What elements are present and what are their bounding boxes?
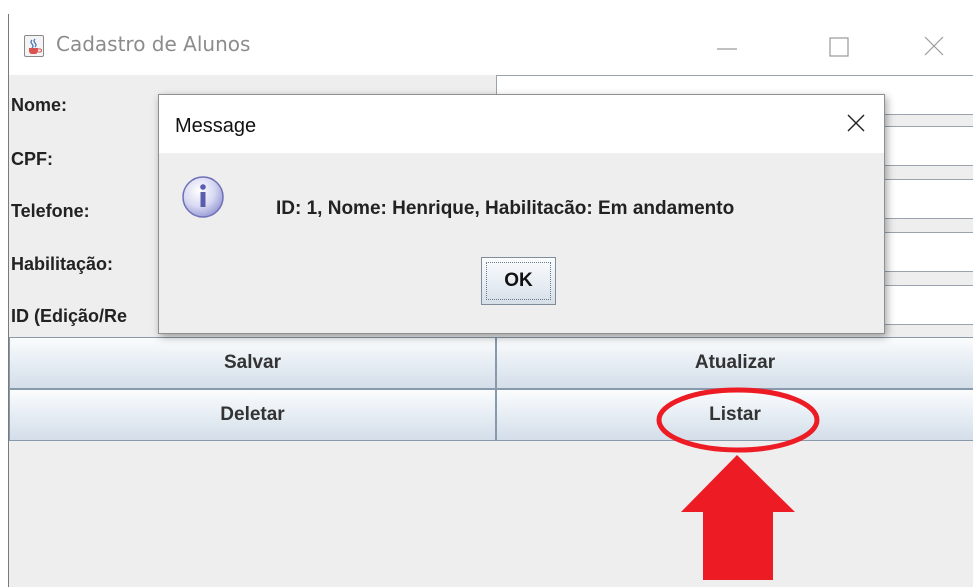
cpf-label: CPF: — [11, 149, 53, 169]
message-dialog: Message ID: 1, Nome: Henrique, Habilitac… — [158, 94, 885, 334]
maximize-button[interactable] — [819, 29, 859, 65]
ok-button[interactable]: OK — [481, 257, 556, 305]
telefone-label: Telefone: — [11, 201, 90, 221]
minimize-button[interactable] — [707, 29, 747, 65]
window-title: Cadastro de Alunos — [56, 32, 251, 56]
id-label: ID (Edição/Re — [11, 306, 128, 326]
java-cup-icon — [24, 35, 44, 57]
delete-button[interactable]: Deletar — [9, 389, 496, 441]
dialog-message: ID: 1, Nome: Henrique, Habilitacão: Em a… — [276, 198, 735, 219]
update-button[interactable]: Atualizar — [496, 337, 973, 389]
dialog-title-bar: Message — [159, 95, 884, 153]
save-button[interactable]: Salvar — [9, 337, 496, 389]
habilitacao-label: Habilitação: — [11, 254, 114, 274]
nome-label: Nome: — [11, 95, 68, 115]
list-button[interactable]: Listar — [496, 389, 973, 441]
info-icon — [180, 174, 226, 220]
dialog-title: Message — [175, 115, 257, 137]
dialog-close-button[interactable] — [836, 105, 876, 143]
title-bar: Cadastro de Alunos — [9, 14, 973, 75]
close-window-button[interactable] — [914, 29, 954, 65]
